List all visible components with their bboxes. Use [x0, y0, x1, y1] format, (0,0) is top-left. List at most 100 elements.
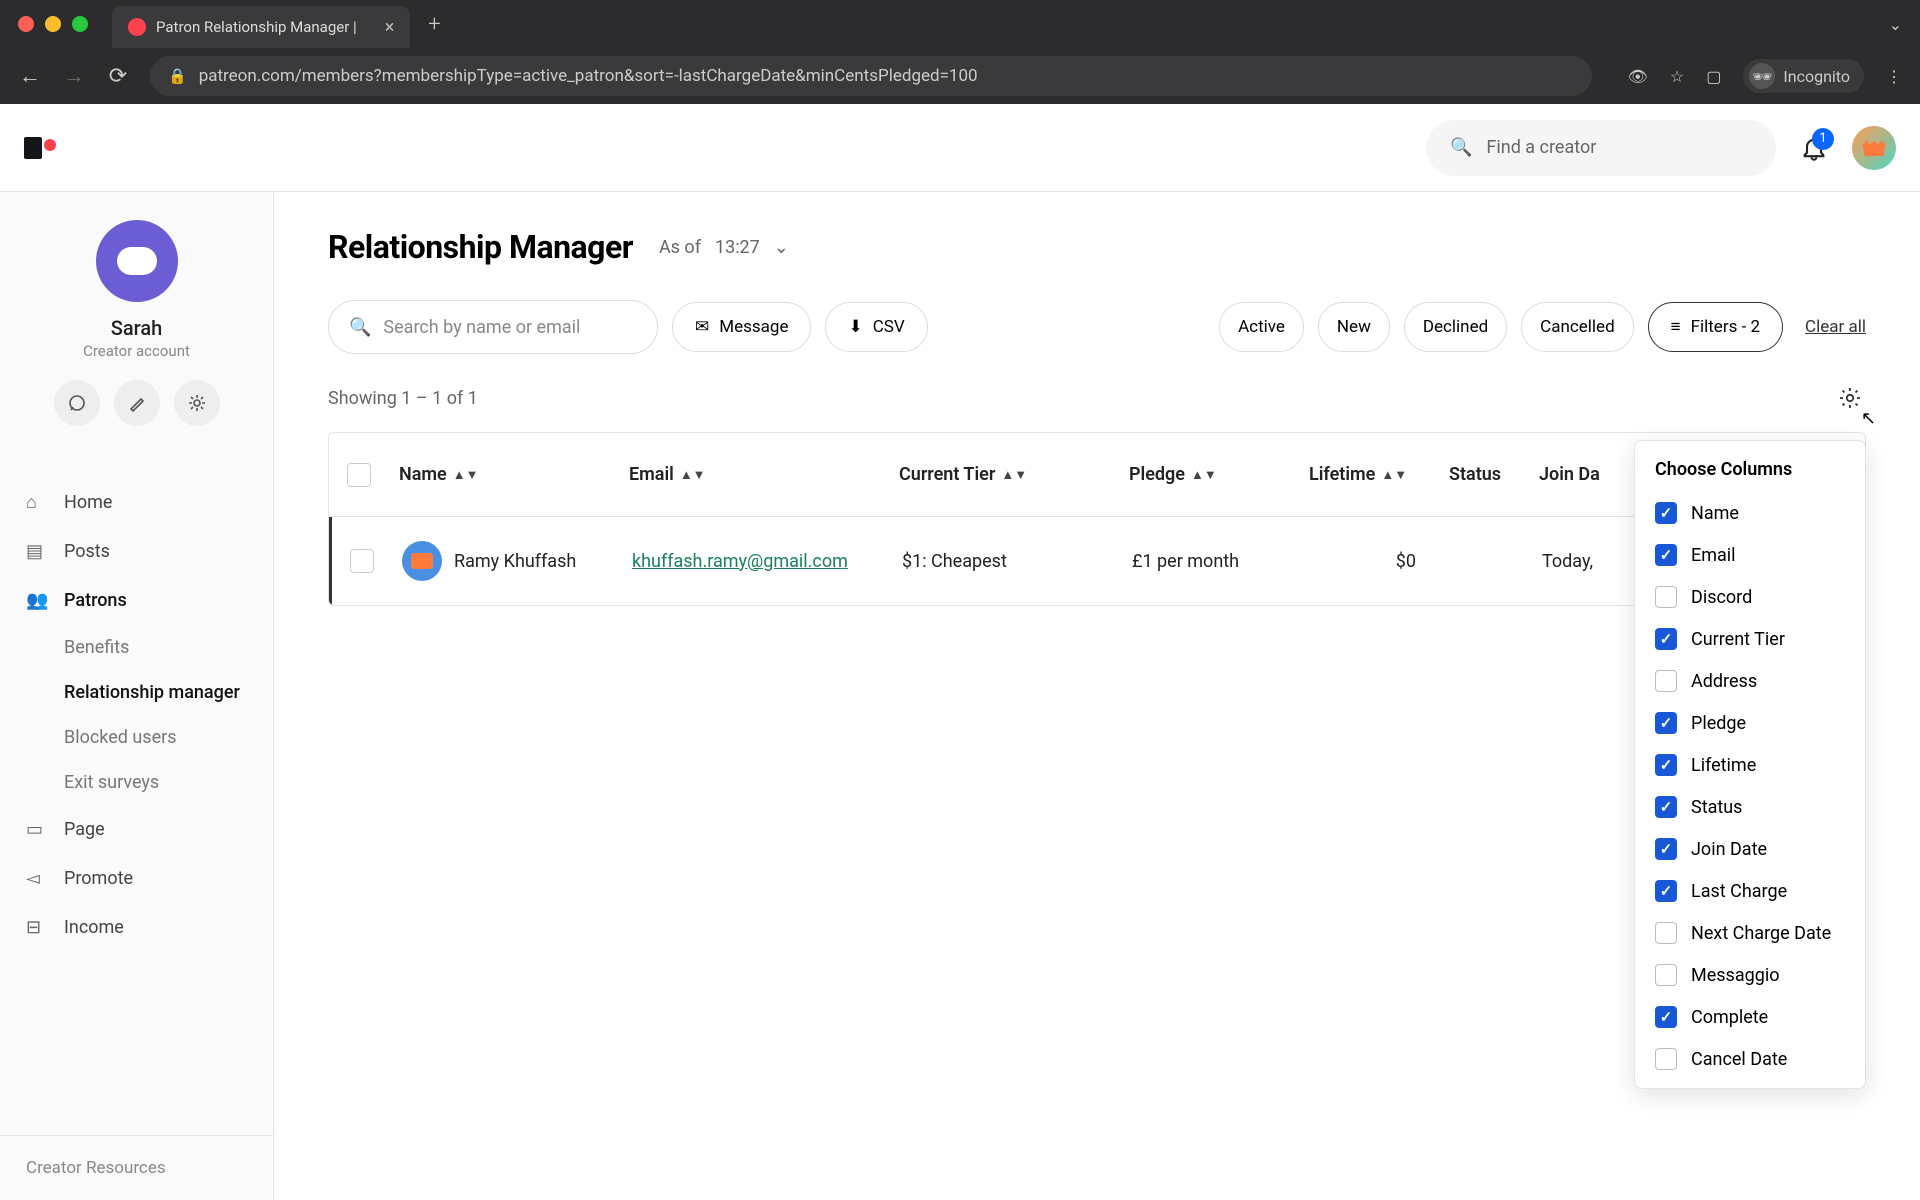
- col-email[interactable]: Email▲▼: [619, 464, 889, 485]
- cell-email[interactable]: khuffash.ramy@gmail.com: [622, 551, 892, 572]
- checkbox-icon: [1655, 1048, 1677, 1070]
- bookmark-star-icon[interactable]: ☆: [1670, 67, 1684, 86]
- nav-label: Patrons: [64, 590, 127, 611]
- member-search-input[interactable]: 🔍 Search by name or email: [328, 300, 658, 354]
- segment-declined[interactable]: Declined: [1404, 302, 1507, 352]
- sidebar-subitem-exit-surveys[interactable]: Exit surveys: [0, 760, 273, 805]
- col-name[interactable]: Name▲▼: [389, 464, 619, 485]
- col-pledge[interactable]: Pledge▲▼: [1119, 464, 1299, 485]
- notification-count: 1: [1812, 128, 1834, 150]
- column-toggle-label: Name: [1691, 503, 1739, 524]
- cell-value: $0: [1396, 551, 1416, 572]
- column-toggle-label: Next Charge Date: [1691, 923, 1831, 944]
- browser-tab[interactable]: Patron Relationship Manager | ×: [112, 6, 410, 48]
- clear-all-link[interactable]: Clear all: [1805, 317, 1866, 337]
- sidebar-subitem-relationship-manager[interactable]: Relationship manager: [0, 670, 273, 715]
- col-label: Pledge: [1129, 464, 1185, 485]
- column-toggle-label: Discord: [1691, 587, 1752, 608]
- user-avatar[interactable]: [1852, 126, 1896, 170]
- sidebar-item-patrons[interactable]: 👥 Patrons: [0, 576, 273, 625]
- nav-label: Page: [64, 819, 105, 840]
- col-lifetime[interactable]: Lifetime▲▼: [1299, 464, 1439, 485]
- edit-button[interactable]: [114, 380, 160, 426]
- sidebar-item-posts[interactable]: ▤Posts: [0, 527, 273, 576]
- sidebar-subitem-benefits[interactable]: Benefits: [0, 625, 273, 670]
- column-toggle-pledge[interactable]: Pledge: [1635, 702, 1865, 744]
- column-toggle-current-tier[interactable]: Current Tier: [1635, 618, 1865, 660]
- notifications-button[interactable]: 1: [1800, 134, 1828, 162]
- checkbox-icon: [1655, 670, 1677, 692]
- sidebar-item-home[interactable]: ⌂Home: [0, 478, 273, 527]
- checkbox-icon: [1655, 502, 1677, 524]
- column-toggle-next-charge-date[interactable]: Next Charge Date: [1635, 912, 1865, 954]
- eye-off-icon[interactable]: 👁: [1628, 67, 1648, 86]
- kebab-menu-icon[interactable]: ⋮: [1886, 67, 1902, 86]
- csv-button[interactable]: ⬇ CSV: [825, 302, 927, 352]
- column-toggle-lifetime[interactable]: Lifetime: [1635, 744, 1865, 786]
- address-bar[interactable]: 🔒 patreon.com/members?membershipType=act…: [150, 56, 1592, 96]
- column-toggle-complete[interactable]: Complete: [1635, 996, 1865, 1038]
- patreon-logo[interactable]: [24, 137, 56, 159]
- page-title: Relationship Manager: [328, 228, 633, 266]
- cell-pledge: £1 per month: [1122, 551, 1302, 572]
- segment-new[interactable]: New: [1318, 302, 1390, 352]
- maximize-window-icon[interactable]: [72, 16, 88, 32]
- row-checkbox[interactable]: [350, 549, 374, 573]
- forward-button[interactable]: →: [62, 63, 86, 89]
- result-count: Showing 1 – 1 of 1: [328, 388, 478, 409]
- incognito-badge[interactable]: 🕶 Incognito: [1743, 59, 1864, 93]
- tabs-dropdown-icon[interactable]: ⌄: [1889, 15, 1902, 34]
- column-toggle-label: Cancel Date: [1691, 1049, 1787, 1070]
- button-label: CSV: [873, 317, 905, 337]
- checkbox-icon: [1655, 754, 1677, 776]
- reload-button[interactable]: ⟳: [106, 64, 130, 89]
- minimize-window-icon[interactable]: [45, 16, 61, 32]
- sidebar-item-page[interactable]: ▭Page: [0, 805, 273, 854]
- column-toggle-email[interactable]: Email: [1635, 534, 1865, 576]
- column-toggle-last-charge[interactable]: Last Charge: [1635, 870, 1865, 912]
- checkbox-icon: [1655, 796, 1677, 818]
- sort-icon: ▲▼: [453, 467, 479, 483]
- as-of-selector[interactable]: As of 13:27 ⌄: [659, 237, 789, 258]
- settings-button[interactable]: [174, 380, 220, 426]
- main-content: Relationship Manager As of 13:27 ⌄ 🔍 Sea…: [274, 192, 1920, 1200]
- column-toggle-discord[interactable]: Discord: [1635, 576, 1865, 618]
- column-toggle-label: Email: [1691, 545, 1736, 566]
- panel-icon[interactable]: ▢: [1706, 67, 1721, 86]
- creator-avatar[interactable]: [96, 220, 178, 302]
- sidebar-item-income[interactable]: ⊟Income: [0, 903, 273, 952]
- sidebar: Sarah Creator account ⌂Home ▤Posts 👥Patr…: [0, 192, 274, 1200]
- col-tier[interactable]: Current Tier▲▼: [889, 464, 1119, 485]
- button-label: Filters - 2: [1691, 317, 1760, 337]
- column-toggle-status[interactable]: Status: [1635, 786, 1865, 828]
- column-toggle-label: Pledge: [1691, 713, 1746, 734]
- patrons-icon: 👥: [26, 590, 48, 611]
- select-all-checkbox[interactable]: [347, 463, 371, 487]
- checkbox-icon: [1655, 838, 1677, 860]
- search-icon: 🔍: [349, 317, 371, 338]
- columns-settings-button[interactable]: [1834, 382, 1866, 414]
- back-button[interactable]: ←: [18, 63, 42, 89]
- column-toggle-messaggio[interactable]: Messaggio: [1635, 954, 1865, 996]
- column-toggle-label: Last Charge: [1691, 881, 1787, 902]
- sidebar-item-promote[interactable]: ◅Promote: [0, 854, 273, 903]
- lock-icon: 🔒: [168, 67, 187, 85]
- incognito-icon: 🕶: [1749, 63, 1775, 89]
- close-tab-icon[interactable]: ×: [385, 17, 395, 38]
- filters-button[interactable]: ≡ Filters - 2: [1648, 302, 1783, 352]
- global-search[interactable]: 🔍 Find a creator: [1426, 120, 1776, 176]
- new-tab-button[interactable]: +: [428, 12, 440, 37]
- popover-title: Choose Columns: [1635, 459, 1865, 492]
- sidebar-subitem-blocked-users[interactable]: Blocked users: [0, 715, 273, 760]
- column-toggle-join-date[interactable]: Join Date: [1635, 828, 1865, 870]
- column-toggle-cancel-date[interactable]: Cancel Date: [1635, 1038, 1865, 1080]
- chat-button[interactable]: [54, 380, 100, 426]
- segment-cancelled[interactable]: Cancelled: [1521, 302, 1633, 352]
- sidebar-footer-link[interactable]: Creator Resources: [0, 1135, 273, 1200]
- column-toggle-address[interactable]: Address: [1635, 660, 1865, 702]
- message-button[interactable]: ✉ Message: [672, 302, 811, 352]
- column-toggle-name[interactable]: Name: [1635, 492, 1865, 534]
- close-window-icon[interactable]: [18, 16, 34, 32]
- col-status[interactable]: Status: [1439, 464, 1529, 485]
- segment-active[interactable]: Active: [1219, 302, 1304, 352]
